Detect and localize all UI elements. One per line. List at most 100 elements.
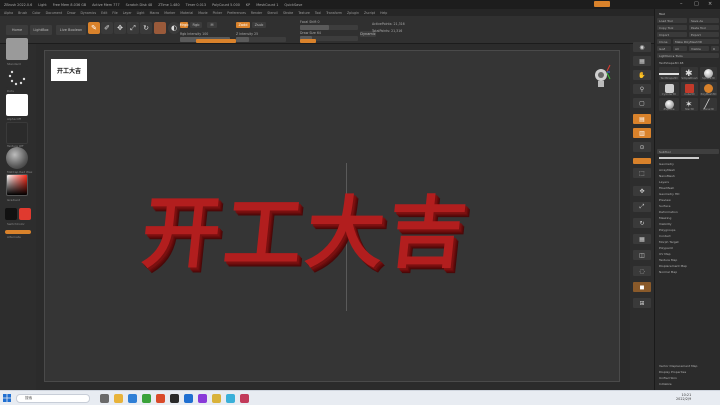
- menu-item[interactable]: Document: [46, 11, 63, 15]
- wechat-icon[interactable]: [142, 394, 151, 403]
- menu-item[interactable]: Layer: [123, 11, 132, 15]
- tool-panel-item[interactable]: Polygroups: [657, 227, 719, 232]
- tool-polymesh3d[interactable]: PolyMesh3D: [700, 82, 717, 96]
- menu-item[interactable]: Stencil: [267, 11, 278, 15]
- tool-panel-item[interactable]: Deformation: [657, 209, 719, 214]
- z-intensity-slider[interactable]: [236, 37, 286, 42]
- tool-panel-item[interactable]: FiberMesh: [657, 185, 719, 190]
- menu-item[interactable]: File: [112, 11, 117, 15]
- stroke-dots-icon[interactable]: [6, 66, 28, 88]
- menu-item[interactable]: Zscript: [364, 11, 375, 15]
- frame-icon[interactable]: ⬚: [633, 168, 651, 178]
- tool-star3d[interactable]: ✶ Star3D: [681, 97, 698, 111]
- move-icon[interactable]: ✥: [114, 22, 126, 34]
- zbrush-taskbar-icon[interactable]: [170, 394, 179, 403]
- menu-item[interactable]: Stroke: [283, 11, 293, 15]
- home-button[interactable]: Home: [6, 25, 28, 35]
- tool-panel-item[interactable]: Geometry HD: [657, 191, 719, 196]
- app-icon[interactable]: [226, 394, 235, 403]
- xpose-icon[interactable]: ⊞: [633, 298, 651, 308]
- goz-button[interactable]: GoZ: [657, 46, 671, 51]
- tool-panel-item[interactable]: Visibility: [657, 221, 719, 226]
- tool-simplebrush[interactable]: ✱ SimpleBrush: [681, 67, 698, 81]
- app-icon[interactable]: [184, 394, 193, 403]
- local-icon[interactable]: ⊙: [633, 142, 651, 152]
- quicksave-badge[interactable]: [594, 1, 610, 7]
- tool-zsphere[interactable]: ZSphere: [659, 97, 679, 111]
- rotate-icon[interactable]: ↻: [140, 22, 152, 34]
- live-boolean-button[interactable]: Live Boolean: [56, 25, 86, 35]
- brush-standard-icon[interactable]: [6, 38, 28, 60]
- tool-panel-item[interactable]: Normal Map: [657, 269, 719, 274]
- minimize-icon[interactable]: –: [680, 1, 683, 7]
- menu-item[interactable]: Draw: [67, 11, 75, 15]
- save-as-button[interactable]: Save As: [689, 18, 719, 23]
- tool-sphere3d[interactable]: Sphere3D: [700, 67, 717, 81]
- edit-mode-icon[interactable]: ✎: [88, 22, 100, 34]
- make-polymesh-button[interactable]: Make PolyMesh3D: [673, 39, 719, 44]
- taskbar-search-input[interactable]: 搜索: [16, 394, 90, 403]
- lightbox-tools-button[interactable]: Lightbox ▸ Tools: [657, 53, 719, 58]
- app-icon[interactable]: [212, 394, 221, 403]
- tool-panel-item[interactable]: NanoMesh: [657, 173, 719, 178]
- tool-cube3d[interactable]: Cube3D: [681, 82, 698, 96]
- tool-panel-item[interactable]: Morph Target: [657, 239, 719, 244]
- rgb-button[interactable]: Rgb: [190, 22, 202, 28]
- menu-item[interactable]: Edit: [101, 11, 107, 15]
- scroll-icon[interactable]: ✋: [633, 70, 651, 80]
- tool-panel-item[interactable]: Polypaint: [657, 245, 719, 250]
- texture-off-icon[interactable]: [6, 122, 28, 144]
- color-sphere-icon[interactable]: ◐: [168, 22, 180, 34]
- menu-item[interactable]: Render: [251, 11, 262, 15]
- visible-button[interactable]: Visible: [689, 46, 709, 51]
- tool-panel-item[interactable]: Layers: [657, 179, 719, 184]
- lightbox-button[interactable]: LightBox: [30, 25, 52, 35]
- tool-panel-item[interactable]: UV Map: [657, 251, 719, 256]
- tool-panel-item[interactable]: Initialize: [657, 381, 719, 386]
- menu-item[interactable]: Material: [180, 11, 193, 15]
- export-button[interactable]: Export: [689, 32, 719, 37]
- tool-panel-item[interactable]: Unified Skin: [657, 375, 719, 380]
- file-explorer-icon[interactable]: [114, 394, 123, 403]
- menu-item[interactable]: Dynamics: [80, 11, 96, 15]
- move-view-icon[interactable]: ✥: [633, 186, 651, 196]
- focal-shift-slider[interactable]: [300, 25, 358, 30]
- viewport[interactable]: 开工大吉 开工大吉: [44, 50, 620, 382]
- app-icon[interactable]: [198, 394, 207, 403]
- polyf-icon[interactable]: ▦: [633, 234, 651, 244]
- tool-panel-item[interactable]: Displacement Map: [657, 263, 719, 268]
- transp-icon[interactable]: ◫: [633, 250, 651, 260]
- windows-start-icon[interactable]: [3, 394, 11, 402]
- menu-item[interactable]: Tool: [315, 11, 321, 15]
- material-sphere-icon[interactable]: [6, 147, 28, 169]
- menu-item[interactable]: Transform: [326, 11, 342, 15]
- actual-icon[interactable]: ▢: [633, 98, 651, 108]
- taskbar-clock[interactable]: 10:21 2022/2/9: [676, 393, 691, 401]
- zoom-icon[interactable]: ⚲: [633, 84, 651, 94]
- solo-icon[interactable]: ◼: [633, 282, 651, 292]
- task-view-icon[interactable]: [100, 394, 109, 403]
- secondary-color-swatch[interactable]: [5, 208, 17, 220]
- alternate-button[interactable]: [5, 230, 31, 234]
- tool-textshape3d[interactable]: TextShape3D: [659, 67, 679, 81]
- tool-panel-item[interactable]: Contact: [657, 233, 719, 238]
- scale-icon[interactable]: ⤢: [127, 22, 139, 34]
- tool-panel-item[interactable]: Display Properties: [657, 369, 719, 374]
- tool-plane3d[interactable]: ╱ Plane3D: [700, 97, 717, 111]
- material-swatch-icon[interactable]: [154, 22, 166, 34]
- menu-item[interactable]: Brush: [18, 11, 27, 15]
- tool-panel-item[interactable]: Masking: [657, 215, 719, 220]
- orientation-gizmo-icon[interactable]: [591, 63, 611, 89]
- main-color-swatch[interactable]: [19, 208, 31, 220]
- tool-cylinder3d[interactable]: Cylinder3D: [659, 82, 679, 96]
- persp-icon[interactable]: ▤: [633, 114, 651, 124]
- copy-tool-button[interactable]: Copy Tool: [657, 25, 687, 30]
- spix-icon[interactable]: ▦: [633, 56, 651, 66]
- floor-icon[interactable]: ▥: [633, 128, 651, 138]
- draw-icon[interactable]: ✐: [101, 22, 113, 34]
- clone-button[interactable]: Clone: [657, 39, 671, 44]
- load-tool-button[interactable]: Load Tool: [657, 18, 687, 23]
- subtool-section[interactable]: SubTool: [657, 149, 719, 154]
- menu-item[interactable]: Color: [32, 11, 40, 15]
- all-button[interactable]: All: [673, 46, 687, 51]
